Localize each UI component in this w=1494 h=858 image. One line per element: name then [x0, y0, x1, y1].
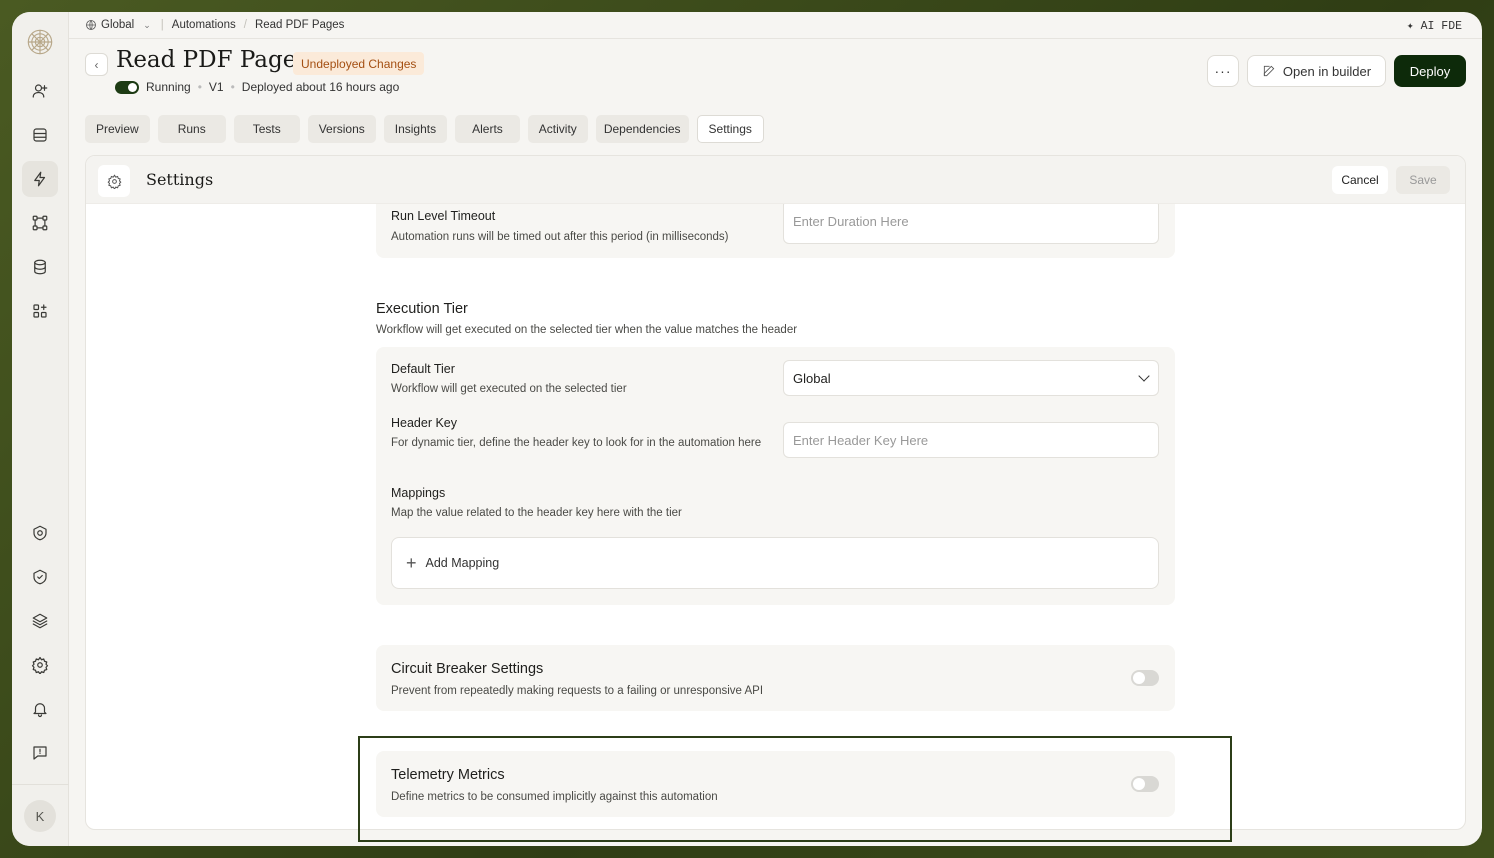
circuit-breaker-toggle[interactable] [1131, 670, 1159, 686]
version-label: V1 [208, 80, 224, 94]
deploy-button[interactable]: Deploy [1394, 55, 1466, 87]
default-tier-label: Default Tier [391, 362, 455, 376]
tab-settings[interactable]: Settings [696, 115, 764, 143]
run-timeout-desc: Automation runs will be timed out after … [391, 231, 729, 243]
settings-header: Settings Cancel Save [86, 156, 1465, 204]
default-tier-desc: Workflow will get executed on the select… [391, 383, 627, 395]
circuit-breaker-card [376, 645, 1175, 711]
users-icon[interactable] [22, 73, 58, 109]
breadcrumb-current: Read PDF Pages [254, 19, 345, 31]
running-toggle[interactable] [115, 80, 139, 94]
feedback-icon[interactable] [22, 735, 58, 771]
header-key-label: Header Key [391, 416, 458, 430]
app-window: K Global ⌄ | Automations / Read PDF Page… [12, 12, 1482, 846]
scope-selector[interactable]: Global ⌄ [85, 19, 151, 31]
more-icon: ··· [1214, 63, 1232, 79]
tab-dependencies[interactable]: Dependencies [595, 115, 689, 143]
avatar[interactable]: K [24, 800, 56, 832]
tab-insights[interactable]: Insights [383, 115, 448, 143]
open-in-builder-button[interactable]: Open in builder [1247, 55, 1386, 87]
tab-tests[interactable]: Tests [233, 115, 300, 143]
running-label: Running [146, 80, 191, 94]
apps-icon[interactable] [22, 293, 58, 329]
automations-icon[interactable] [22, 161, 58, 197]
database-icon[interactable] [22, 249, 58, 285]
default-tier-value: Global [793, 370, 831, 386]
plus-icon: + [406, 552, 417, 573]
tab-alerts[interactable]: Alerts [455, 115, 520, 143]
breadcrumb: Global ⌄ | Automations / Read PDF Pages … [69, 12, 1482, 39]
shield-icon[interactable] [22, 515, 58, 551]
breadcrumb-automations[interactable]: Automations [172, 19, 236, 31]
circuit-breaker-desc: Prevent from repeatedly making requests … [391, 685, 764, 697]
focus-highlight [358, 736, 1232, 842]
status-row: Running • V1 • Deployed about 16 hours a… [115, 80, 399, 94]
breadcrumb-separator: | [160, 19, 164, 31]
sidebar: K [12, 12, 69, 846]
execution-tier-title: Execution Tier [376, 301, 468, 317]
header-key-input[interactable]: Enter Header Key Here [783, 422, 1159, 458]
settings-panel: Run Level Timeout Automation runs will b… [85, 155, 1466, 830]
tab-bar: Preview Runs Tests Versions Insights Ale… [85, 115, 772, 143]
globe-icon [86, 20, 96, 30]
tab-preview[interactable]: Preview [85, 115, 150, 143]
page-title: Read PDF Pages [116, 47, 309, 73]
sidebar-divider [12, 784, 69, 785]
mappings-desc: Map the value related to the header key … [391, 507, 682, 519]
inbox-icon[interactable] [22, 117, 58, 153]
chevron-down-icon [1138, 370, 1150, 382]
back-button[interactable]: ‹ [85, 53, 108, 76]
more-options-button[interactable]: ··· [1207, 55, 1239, 87]
shield-check-icon[interactable] [22, 559, 58, 595]
cancel-button[interactable]: Cancel [1332, 166, 1388, 194]
scope-label: Global [101, 19, 135, 31]
settings-title: Settings [146, 170, 214, 189]
open-in-builder-label: Open in builder [1282, 63, 1372, 79]
chevron-left-icon: ‹ [94, 57, 99, 72]
run-timeout-label: Run Level Timeout [391, 209, 496, 223]
add-mapping-button[interactable]: + Add Mapping [391, 537, 1159, 589]
edit-icon [1263, 65, 1275, 77]
execution-tier-desc: Workflow will get executed on the select… [376, 324, 798, 336]
logo-icon[interactable] [22, 24, 58, 60]
dot-separator: • [230, 80, 235, 94]
status-badge: Undeployed Changes [293, 52, 425, 75]
header-key-desc: For dynamic tier, define the header key … [391, 437, 762, 449]
tab-runs[interactable]: Runs [157, 115, 226, 143]
layers-icon[interactable] [22, 603, 58, 639]
tab-activity[interactable]: Activity [527, 115, 588, 143]
settings-icon [98, 165, 130, 197]
workflow-icon[interactable] [22, 205, 58, 241]
deployed-label: Deployed about 16 hours ago [241, 80, 400, 94]
default-tier-select[interactable]: Global [783, 360, 1159, 396]
save-button[interactable]: Save [1396, 166, 1450, 194]
breadcrumb-separator: / [243, 19, 247, 31]
settings-gear-icon[interactable] [22, 647, 58, 683]
ai-fde-button[interactable]: ✦ AI FDE [1407, 18, 1462, 33]
circuit-breaker-title: Circuit Breaker Settings [391, 661, 544, 677]
add-mapping-label: Add Mapping [425, 556, 500, 570]
tab-versions[interactable]: Versions [307, 115, 376, 143]
run-timeout-input[interactable]: Enter Duration Here [783, 199, 1159, 244]
mappings-label: Mappings [391, 486, 446, 500]
dot-separator: • [197, 80, 202, 94]
bell-icon[interactable] [22, 691, 58, 727]
chevron-down-icon: ⌄ [143, 19, 151, 30]
